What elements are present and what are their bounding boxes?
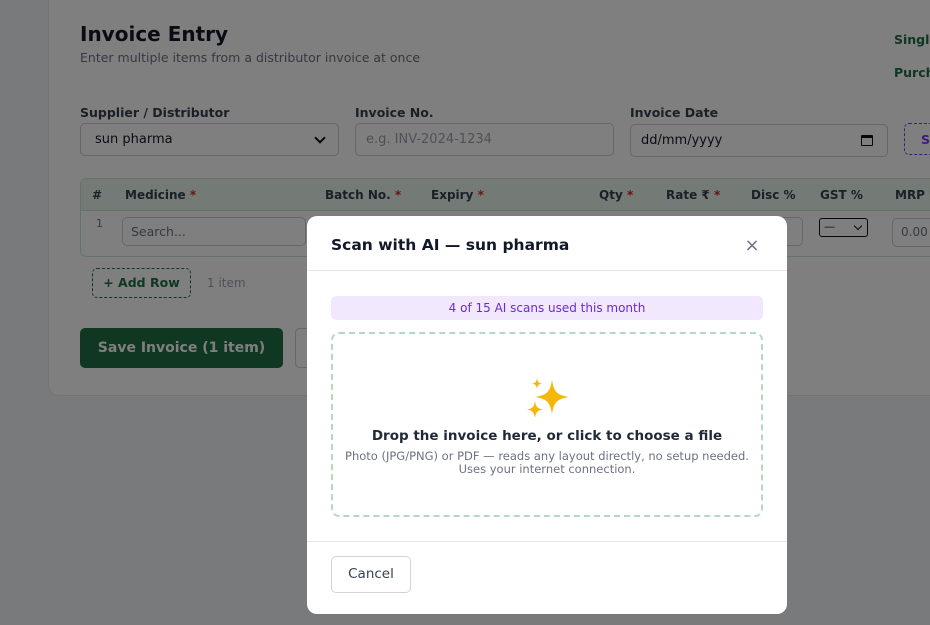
file-dropzone[interactable]: Drop the invoice here, or click to choos… (331, 332, 763, 517)
divider (307, 270, 787, 271)
close-icon[interactable]: × (744, 237, 760, 255)
scan-ai-modal: Scan with AI — sun pharma × 4 of 15 AI s… (307, 216, 787, 614)
dropzone-hint: Photo (JPG/PNG) or PDF — reads any layou… (333, 450, 761, 476)
cancel-button[interactable]: Cancel (331, 556, 411, 593)
dropzone-hint-line: Uses your internet connection. (458, 462, 636, 476)
modal-title: Scan with AI — sun pharma (331, 236, 570, 254)
ai-usage-banner: 4 of 15 AI scans used this month (331, 296, 763, 320)
dropzone-title: Drop the invoice here, or click to choos… (371, 428, 723, 444)
divider (307, 541, 787, 542)
sparkles-icon (527, 378, 569, 418)
